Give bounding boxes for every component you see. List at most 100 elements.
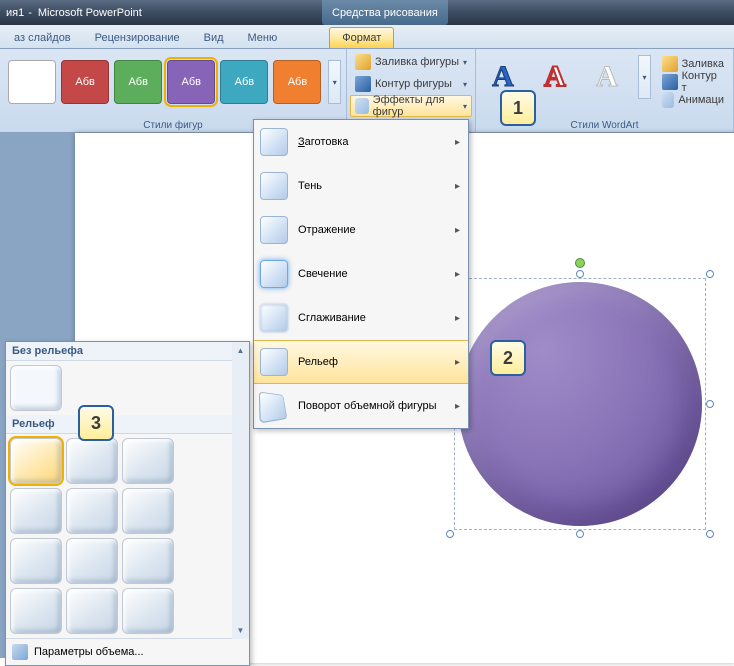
fx-glow[interactable]: Свечение ▸ bbox=[254, 252, 468, 296]
chevron-down-icon: ▾ bbox=[463, 80, 467, 89]
resize-handle[interactable] bbox=[706, 530, 714, 538]
bevel-preset[interactable] bbox=[10, 488, 62, 534]
fx-softedge-label: Сглаживание bbox=[298, 312, 366, 324]
bevel-preset-1[interactable] bbox=[10, 438, 62, 484]
fx-reflection-label: Отражение bbox=[298, 224, 356, 236]
tab-review[interactable]: Рецензирование bbox=[83, 28, 192, 48]
fx-shadow-label: Тень bbox=[298, 180, 322, 192]
oval-shape[interactable] bbox=[458, 282, 702, 526]
fx-reflection[interactable]: Отражение ▸ bbox=[254, 208, 468, 252]
no-bevel-header: Без рельефа bbox=[6, 342, 249, 361]
bevel-preset[interactable] bbox=[122, 538, 174, 584]
shape-style-swatch[interactable]: Абв bbox=[61, 60, 109, 104]
resize-handle[interactable] bbox=[446, 530, 454, 538]
resize-handle[interactable] bbox=[576, 270, 584, 278]
fx-preset[interactable]: Заготовка ▸ bbox=[254, 120, 468, 164]
swatch-label: Абв bbox=[182, 76, 201, 88]
bevel-gallery: ▲ ▼ Без рельефа Рельеф Параметры объема.… bbox=[5, 341, 250, 666]
fx-3drotation-label: Поворот объемной фигуры bbox=[298, 400, 437, 412]
ribbon-tabs: аз слайдов Рецензирование Вид Меню Форма… bbox=[0, 25, 734, 49]
shape-outline-button[interactable]: Контур фигуры ▾ bbox=[350, 73, 472, 95]
glow-icon bbox=[260, 260, 288, 288]
shape-style-swatch-selected[interactable]: Абв bbox=[167, 60, 215, 104]
wordart-style[interactable]: A bbox=[532, 55, 578, 99]
resize-handle[interactable] bbox=[706, 400, 714, 408]
pen-icon bbox=[355, 76, 371, 92]
chevron-right-icon: ▸ bbox=[455, 269, 460, 280]
paint-bucket-icon bbox=[662, 56, 678, 72]
resize-handle[interactable] bbox=[706, 270, 714, 278]
wordart-more[interactable]: ▾ bbox=[638, 55, 651, 99]
app-name: Microsoft PowerPoint bbox=[38, 7, 142, 19]
shape-style-gallery: Абв Абв Абв Абв Абв ▾ bbox=[5, 52, 341, 104]
bevel-options[interactable]: Параметры объема... bbox=[6, 638, 249, 665]
bevel-preset[interactable] bbox=[10, 588, 62, 634]
callout-1: 1 bbox=[500, 90, 536, 126]
reflection-icon bbox=[260, 216, 288, 244]
rotation-handle[interactable] bbox=[575, 258, 585, 268]
fx-bevel-label: Рельеф bbox=[298, 356, 338, 368]
shape-style-swatch[interactable]: Абв bbox=[114, 60, 162, 104]
bevel-preset[interactable] bbox=[10, 538, 62, 584]
chevron-right-icon: ▸ bbox=[455, 401, 460, 412]
doc-name: ия1 bbox=[6, 7, 24, 19]
fx-bevel[interactable]: Рельеф ▸ bbox=[254, 340, 468, 384]
text-outline-button[interactable]: Контур т bbox=[657, 73, 729, 91]
scrollbar[interactable] bbox=[232, 359, 249, 639]
chevron-down-icon: ▾ bbox=[463, 102, 467, 111]
effects-icon bbox=[662, 92, 674, 108]
bevel-preset[interactable] bbox=[66, 488, 118, 534]
scroll-down[interactable]: ▼ bbox=[232, 622, 249, 639]
swatch-label: Абв bbox=[128, 76, 147, 88]
fx-3drotation[interactable]: Поворот объемной фигуры ▸ bbox=[254, 384, 468, 428]
tab-slideshow[interactable]: аз слайдов bbox=[2, 28, 83, 48]
bevel-options-label: Параметры объема... bbox=[34, 646, 144, 658]
bevel-preset[interactable] bbox=[122, 588, 174, 634]
bevel-none[interactable] bbox=[10, 365, 62, 411]
swatch-label: Абв bbox=[235, 76, 254, 88]
effects-icon bbox=[355, 98, 369, 114]
wordart-style[interactable]: A bbox=[584, 55, 630, 99]
text-fill-label: Заливка bbox=[682, 58, 724, 70]
tab-view[interactable]: Вид bbox=[192, 28, 236, 48]
bevel-icon bbox=[260, 348, 288, 376]
shape-fill-label: Заливка фигуры bbox=[375, 56, 459, 68]
paint-bucket-icon bbox=[355, 54, 371, 70]
rotation3d-icon bbox=[259, 392, 288, 424]
shape-outline-label: Контур фигуры bbox=[375, 78, 452, 90]
bevel-preset[interactable] bbox=[122, 488, 174, 534]
text-anim-button[interactable]: Анимаци bbox=[657, 91, 729, 109]
bevel-preset[interactable] bbox=[66, 538, 118, 584]
fx-softedge[interactable]: Сглаживание ▸ bbox=[254, 296, 468, 340]
scroll-up[interactable]: ▲ bbox=[232, 342, 249, 359]
swatch-label: Абв bbox=[75, 76, 94, 88]
text-outline-label: Контур т bbox=[682, 70, 724, 94]
shape-fill-button[interactable]: Заливка фигуры ▾ bbox=[350, 51, 472, 73]
softedge-icon bbox=[260, 304, 288, 332]
contextual-tab-drawing[interactable]: Средства рисования bbox=[322, 0, 448, 25]
text-anim-label: Анимаци bbox=[678, 94, 724, 106]
chevron-right-icon: ▸ bbox=[455, 225, 460, 236]
selected-shape[interactable] bbox=[450, 274, 710, 534]
bevel-preset[interactable] bbox=[66, 438, 118, 484]
shape-style-swatch[interactable] bbox=[8, 60, 56, 104]
bevel-preset[interactable] bbox=[122, 438, 174, 484]
tab-menu[interactable]: Меню bbox=[236, 28, 290, 48]
bevel-preset[interactable] bbox=[66, 588, 118, 634]
chevron-right-icon: ▸ bbox=[455, 137, 460, 148]
shape-style-swatch[interactable]: Абв bbox=[273, 60, 321, 104]
fx-shadow[interactable]: Тень ▸ bbox=[254, 164, 468, 208]
shape-style-more[interactable]: ▾ bbox=[328, 60, 341, 104]
tab-format[interactable]: Формат bbox=[329, 27, 394, 48]
preset-icon bbox=[260, 128, 288, 156]
fx-preset-label: Заготовка bbox=[298, 136, 348, 148]
callout-2: 2 bbox=[490, 340, 526, 376]
effects-menu: Заготовка ▸ Тень ▸ Отражение ▸ Свечение … bbox=[253, 119, 469, 429]
bevel-header: Рельеф bbox=[6, 415, 249, 434]
resize-handle[interactable] bbox=[576, 530, 584, 538]
shape-effects-button[interactable]: Эффекты для фигур ▾ bbox=[350, 95, 472, 117]
contextual-tab-label: Средства рисования bbox=[332, 7, 438, 19]
shape-style-swatch[interactable]: Абв bbox=[220, 60, 268, 104]
fx-glow-label: Свечение bbox=[298, 268, 348, 280]
shadow-icon bbox=[260, 172, 288, 200]
